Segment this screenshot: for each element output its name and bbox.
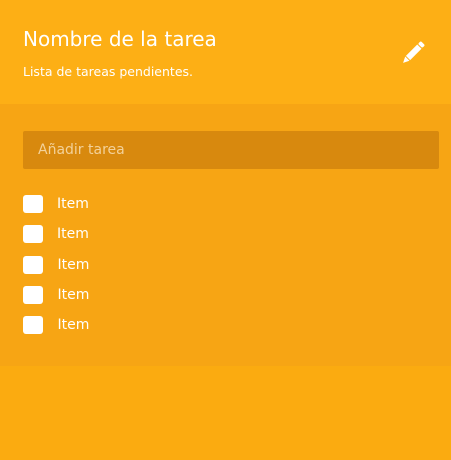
card-header: Nombre de la tarea Lista de tareas pendi…: [0, 0, 451, 104]
task-subtitle: Lista de tareas pendientes.: [23, 64, 193, 79]
list-item: Item: [23, 285, 90, 316]
list-item: Item: [23, 316, 89, 346]
task-checkbox[interactable]: [23, 195, 43, 213]
task-checkbox[interactable]: [23, 316, 43, 335]
list-item: Item: [23, 195, 89, 225]
task-checkbox[interactable]: [23, 225, 43, 244]
task-checkbox[interactable]: [23, 255, 43, 274]
task-label[interactable]: Item: [58, 287, 90, 303]
pencil-icon[interactable]: [398, 38, 428, 68]
task-body: Item Item Item Item Item: [0, 104, 451, 366]
task-title: Nombre de la tarea: [23, 27, 217, 51]
add-task-input[interactable]: [23, 131, 439, 169]
list-item: Item: [23, 255, 90, 286]
task-label[interactable]: Item: [58, 317, 90, 333]
task-label[interactable]: Item: [58, 257, 90, 273]
task-card: Nombre de la tarea Lista de tareas pendi…: [0, 0, 451, 460]
task-list: Item Item Item Item Item: [23, 195, 89, 346]
task-checkbox[interactable]: [23, 285, 43, 304]
task-label[interactable]: Item: [57, 226, 89, 242]
list-item: Item: [23, 225, 89, 255]
task-label[interactable]: Item: [57, 196, 89, 212]
